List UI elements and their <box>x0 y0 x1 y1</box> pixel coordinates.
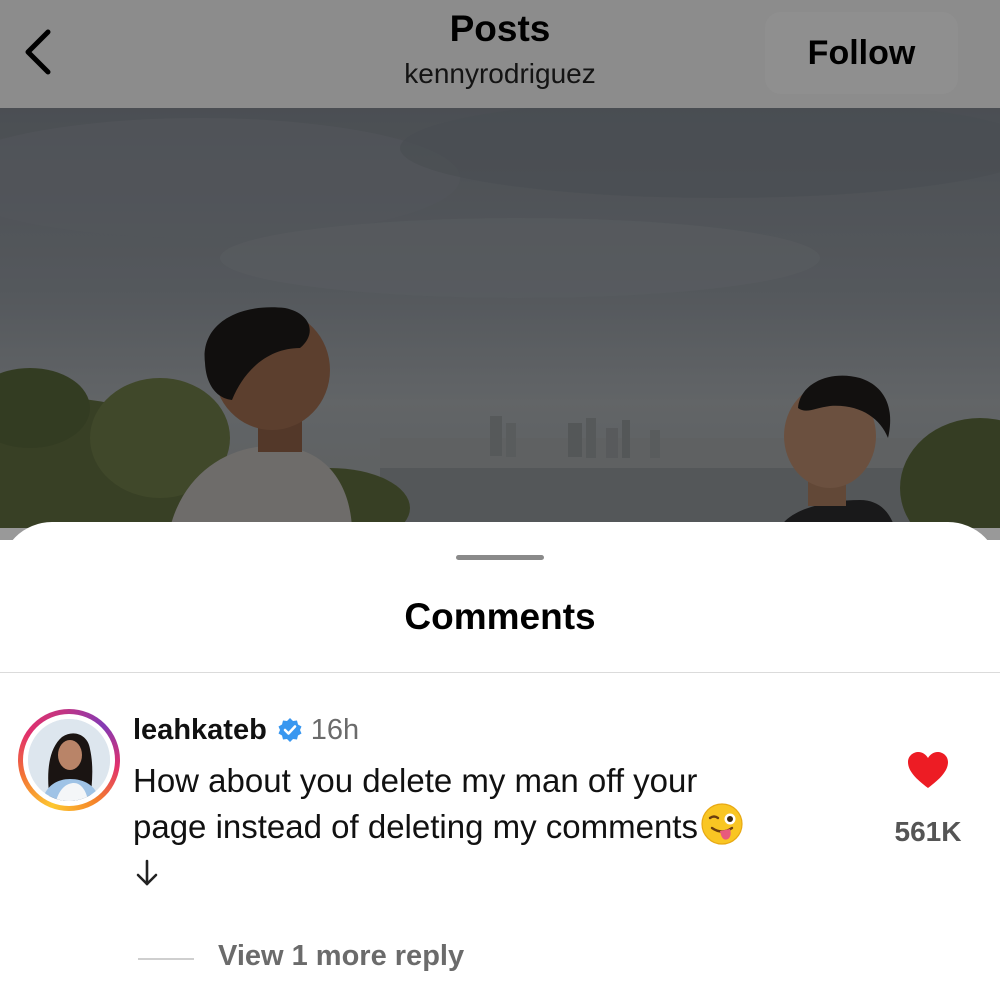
comment-text-line: page instead of deleting my comments <box>133 802 853 848</box>
comment-header: leahkateb 16h <box>133 712 359 748</box>
avatar-story-ring-gap <box>23 714 115 806</box>
replies-connector-line <box>138 958 194 960</box>
arrow-down-icon <box>136 859 158 886</box>
comment-text-line: How about you delete my man off your <box>133 762 698 799</box>
heart-icon[interactable] <box>906 750 950 790</box>
comments-title: Comments <box>404 596 596 637</box>
like-count: 561K <box>894 816 962 847</box>
verified-badge-icon <box>278 718 302 742</box>
comment-body: How about you delete my man off your pag… <box>133 760 853 848</box>
comment-timestamp: 16h <box>310 713 360 746</box>
comment-text-fragment: page instead of deleting my comments <box>133 808 698 845</box>
comments-sheet: Comments leahkateb 16h How about you del… <box>0 522 1000 988</box>
divider <box>0 672 1000 673</box>
avatar-photo <box>28 719 110 801</box>
comment-username[interactable]: leahkateb <box>133 714 267 747</box>
sheet-grabber-handle[interactable] <box>456 555 544 560</box>
avatar[interactable] <box>18 709 120 811</box>
modal-backdrop[interactable] <box>0 0 1000 540</box>
view-replies-button[interactable]: View 1 more reply <box>218 940 464 973</box>
winking-tongue-emoji-icon <box>701 803 743 845</box>
